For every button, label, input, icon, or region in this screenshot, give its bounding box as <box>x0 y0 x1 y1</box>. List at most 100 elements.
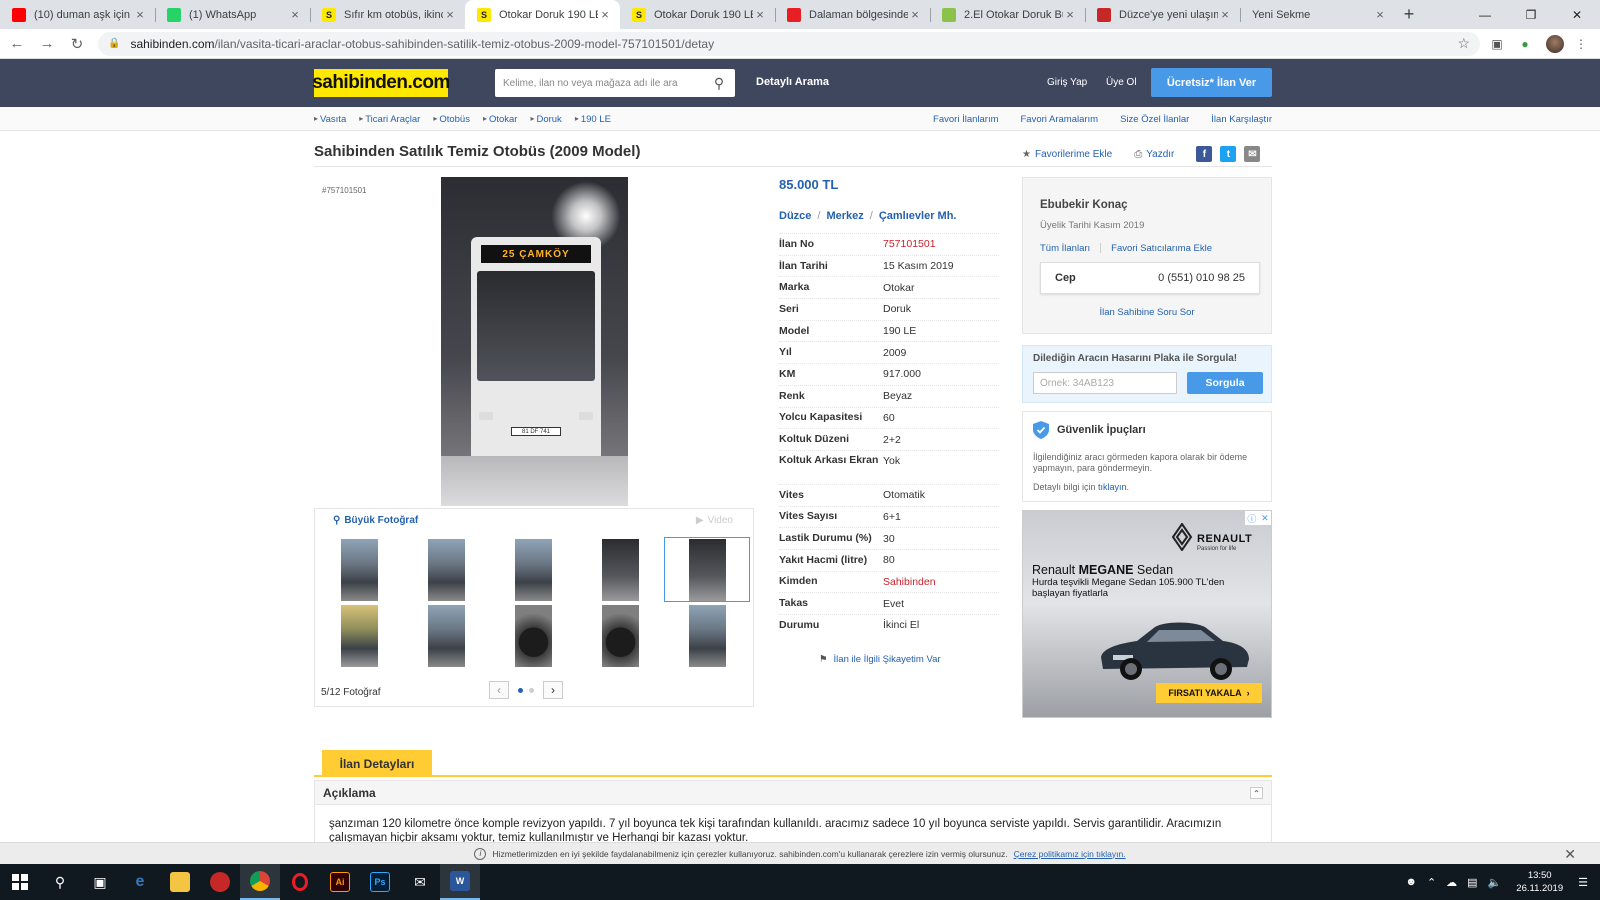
photoshop-app-icon[interactable]: Ps <box>360 864 400 900</box>
browser-tab[interactable]: (1) WhatsApp × <box>155 0 310 29</box>
tab-close-icon[interactable]: × <box>133 7 147 22</box>
quick-link[interactable]: İlan Karşılaştır <box>1211 114 1272 125</box>
twitter-share-icon[interactable]: t <box>1220 146 1237 162</box>
mail-app-icon[interactable]: ✉ <box>400 864 440 900</box>
breadcrumb-item[interactable]: Otokar <box>483 114 518 125</box>
location-link[interactable]: Düzce <box>779 210 811 222</box>
breadcrumb-item[interactable]: 190 LE <box>575 114 611 125</box>
browser-tab[interactable]: S Otokar Doruk 190 LE 9× <box>465 0 620 29</box>
address-bar[interactable]: 🔒 sahibinden.com/ilan/vasita-ticari-arac… <box>98 31 1480 56</box>
file-explorer-icon[interactable] <box>160 864 200 900</box>
facebook-share-icon[interactable]: f <box>1196 146 1213 162</box>
network-icon[interactable]: ▤ <box>1467 876 1477 889</box>
thumbnail[interactable] <box>490 537 576 602</box>
add-favorite-button[interactable]: ★ Favorilerime Ekle <box>1022 149 1112 160</box>
plate-input[interactable] <box>1033 372 1177 394</box>
login-link[interactable]: Giriş Yap <box>1047 77 1087 88</box>
ad-info-icon[interactable]: ⓘ <box>1247 512 1256 525</box>
quick-link[interactable]: Favori İlanlarım <box>933 114 998 125</box>
tab-close-icon[interactable]: × <box>288 7 302 22</box>
thumbnail[interactable] <box>577 537 663 602</box>
plate-query-button[interactable]: Sorgula <box>1187 372 1263 394</box>
close-window-button[interactable]: ✕ <box>1554 0 1600 29</box>
people-icon[interactable]: ☻ <box>1405 876 1417 888</box>
opera-app-icon[interactable] <box>280 864 320 900</box>
tray-chevron-icon[interactable]: ⌃ <box>1427 876 1436 889</box>
cookie-policy-link[interactable]: Çerez politikamız için tıklayın. <box>1014 849 1126 859</box>
browser-tab[interactable]: S Sıfır km otobüs, ikinci el× <box>310 0 465 29</box>
ask-seller-link[interactable]: İlan Sahibine Soru Sor <box>1026 307 1268 318</box>
quick-link[interactable]: Size Özel İlanlar <box>1120 114 1189 125</box>
browser-tab[interactable]: Düzce'ye yeni ulaşım a× <box>1085 0 1240 29</box>
location-link[interactable]: Çamlıevler Mh. <box>879 210 957 222</box>
browser-tab[interactable]: Dalaman bölgesinde O× <box>775 0 930 29</box>
tab-close-icon[interactable]: × <box>443 7 457 22</box>
thumbnail[interactable] <box>664 603 750 668</box>
browser-tab[interactable]: (10) duman aşk için × <box>0 0 155 29</box>
tab-close-icon[interactable]: × <box>1218 7 1232 22</box>
onedrive-icon[interactable]: ☁ <box>1446 876 1457 889</box>
tab-close-icon[interactable]: × <box>1063 7 1077 22</box>
reload-button[interactable]: ↻ <box>64 31 90 57</box>
tab-close-icon[interactable]: × <box>598 7 612 22</box>
bookmark-star-icon[interactable]: ☆ <box>1457 35 1470 52</box>
forward-button[interactable]: → <box>34 31 60 57</box>
breadcrumb-item[interactable]: Doruk <box>530 114 561 125</box>
signup-link[interactable]: Üye Ol <box>1106 77 1137 88</box>
thumbnail[interactable] <box>316 537 402 602</box>
app-red-icon[interactable] <box>200 864 240 900</box>
word-app-icon[interactable]: W <box>440 864 480 900</box>
collapse-button[interactable]: ⌃ <box>1250 787 1263 799</box>
edge-app-icon[interactable]: e <box>120 864 160 900</box>
location-link[interactable]: Merkez <box>826 210 863 222</box>
notification-icon[interactable]: ☰ <box>1578 876 1588 889</box>
breadcrumb-item[interactable]: Vasıta <box>314 114 346 125</box>
search-icon[interactable]: ⚲ <box>711 75 727 91</box>
start-button[interactable] <box>0 864 40 900</box>
page-dot[interactable] <box>529 687 534 693</box>
favorite-seller-link[interactable]: Favori Satıcılarıma Ekle <box>1111 243 1212 254</box>
browser-menu-icon[interactable]: ⋮ <box>1570 33 1592 55</box>
new-tab-button[interactable]: + <box>1395 0 1423 29</box>
extension-shield-icon[interactable]: ● <box>1514 33 1536 55</box>
task-view-icon[interactable]: ▣ <box>80 864 120 900</box>
ad-close[interactable]: ⓘ ✕ <box>1245 511 1271 525</box>
breadcrumb-item[interactable]: Ticari Araçlar <box>359 114 420 125</box>
tab-ad-details[interactable]: İlan Detayları <box>322 750 432 777</box>
big-photo-link[interactable]: ⚲ Büyük Fotoğraf <box>333 515 418 526</box>
post-ad-button[interactable]: Ücretsiz* İlan Ver <box>1151 68 1272 97</box>
quick-link[interactable]: Favori Aramalarım <box>1021 114 1099 125</box>
phone-box[interactable]: Cep 0 (551) 010 98 25 <box>1040 262 1260 294</box>
email-share-icon[interactable]: ✉ <box>1244 146 1261 162</box>
ad-close-icon[interactable]: ✕ <box>1261 513 1269 524</box>
extension-icon[interactable]: ▣ <box>1486 33 1508 55</box>
search-input[interactable] <box>503 77 711 89</box>
taskbar-clock[interactable]: 13:50 26.11.2019 <box>1516 869 1563 895</box>
print-button[interactable]: ⎙ Yazdır <box>1134 149 1174 160</box>
thumbnail[interactable] <box>577 603 663 668</box>
back-button[interactable]: ← <box>4 31 30 57</box>
ad-cta-button[interactable]: FIRSATI YAKALA › <box>1156 683 1262 703</box>
taskbar-search-icon[interactable]: ⚲ <box>40 864 80 900</box>
profile-avatar[interactable] <box>1546 34 1564 53</box>
maximize-button[interactable]: ❐ <box>1508 0 1554 29</box>
thumbnail[interactable] <box>490 603 576 668</box>
detailed-search-link[interactable]: Detaylı Arama <box>756 76 829 88</box>
cookie-close-icon[interactable]: ✕ <box>1564 846 1576 863</box>
thumbnail[interactable] <box>316 603 402 668</box>
page-dot-active[interactable] <box>518 687 523 693</box>
browser-tab[interactable]: S Otokar Doruk 190 LE 9× <box>620 0 775 29</box>
volume-icon[interactable]: 🔈 <box>1488 876 1502 889</box>
tab-close-icon[interactable]: × <box>753 7 767 22</box>
prev-page-button[interactable]: ‹ <box>489 681 509 699</box>
illustrator-app-icon[interactable]: Ai <box>320 864 360 900</box>
thumbnail[interactable] <box>403 537 489 602</box>
site-logo[interactable]: sahibinden.com <box>312 69 450 97</box>
browser-tab[interactable]: 2.El Otokar Doruk Burs× <box>930 0 1085 29</box>
chrome-app-icon[interactable] <box>240 864 280 900</box>
tab-close-icon[interactable]: × <box>1373 7 1387 22</box>
next-page-button[interactable]: › <box>543 681 563 699</box>
safety-more-link[interactable]: tıklayın. <box>1098 482 1129 492</box>
browser-tab[interactable]: Yeni Sekme × <box>1240 0 1395 29</box>
complaint-link[interactable]: ⚑ İlan ile İlgili Şikayetim Var <box>819 654 941 665</box>
